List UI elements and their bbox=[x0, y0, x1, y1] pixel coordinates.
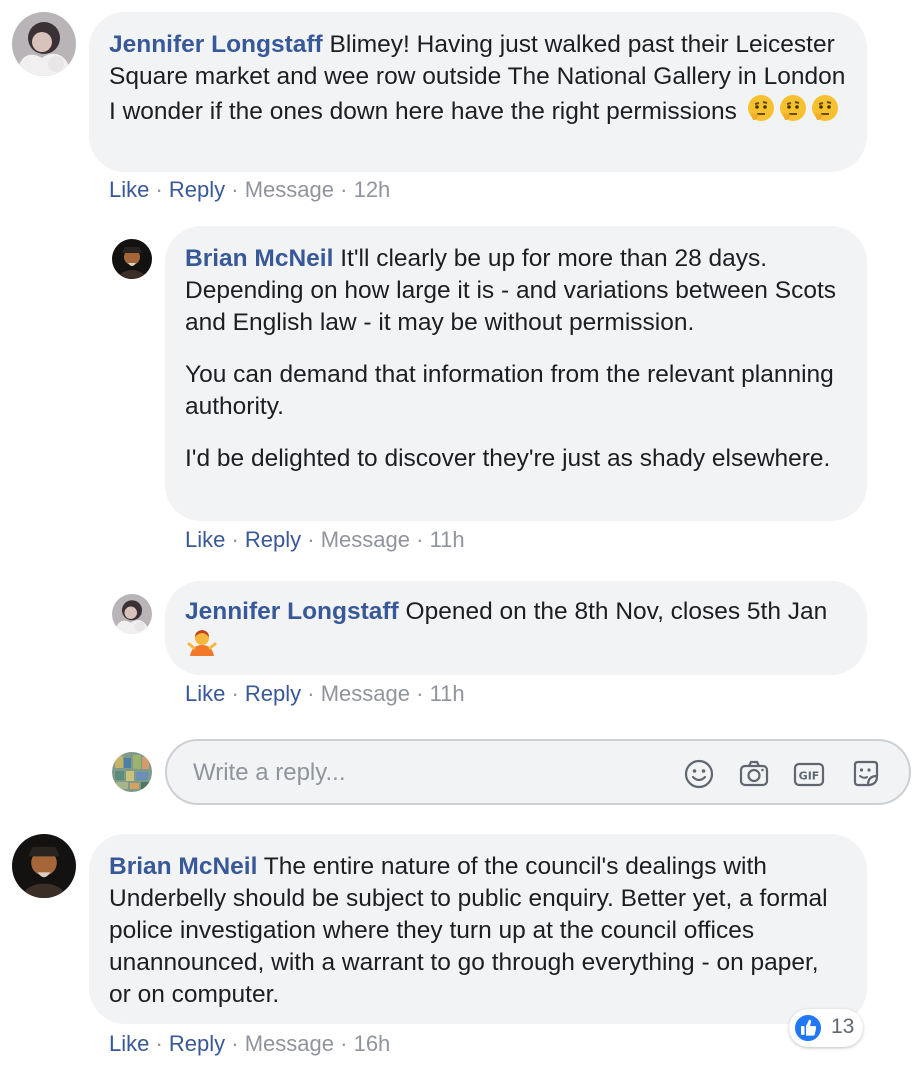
comment-bubble: Jennifer Longstaff Blimey! Having just w… bbox=[89, 12, 867, 172]
emoji-icon[interactable] bbox=[682, 757, 716, 791]
avatar-jennifer[interactable] bbox=[12, 12, 76, 76]
reaction-summary[interactable]: 13 bbox=[789, 1009, 863, 1047]
reply-link[interactable]: Reply bbox=[169, 1031, 225, 1056]
timestamp[interactable]: 11h bbox=[430, 681, 465, 706]
timestamp[interactable]: 11h bbox=[430, 527, 465, 552]
woman-shrugging-icon bbox=[187, 628, 217, 658]
reply-paragraph: I'd be delighted to discover they're jus… bbox=[185, 445, 831, 472]
reply-author[interactable]: Jennifer Longstaff bbox=[185, 598, 399, 625]
message-link[interactable]: Message bbox=[245, 177, 334, 202]
camera-icon[interactable] bbox=[737, 757, 771, 791]
reply-text: Opened on the 8th Nov, closes 5th Jan bbox=[405, 598, 828, 625]
current-user-avatar bbox=[112, 752, 152, 792]
like-link[interactable]: Like bbox=[185, 681, 225, 706]
comment-bubble: Brian McNeil The entire nature of the co… bbox=[89, 834, 867, 1024]
like-link[interactable]: Like bbox=[185, 527, 225, 552]
message-link[interactable]: Message bbox=[321, 681, 410, 706]
reply-actions: Like · Reply · Message · 11h bbox=[185, 527, 465, 552]
timestamp[interactable]: 16h bbox=[354, 1031, 391, 1056]
comment-author[interactable]: Brian McNeil bbox=[109, 853, 257, 880]
reply-input[interactable]: Write a reply... GIF bbox=[165, 739, 911, 805]
reply-author[interactable]: Brian McNeil bbox=[185, 245, 333, 272]
reply-link[interactable]: Reply bbox=[245, 681, 301, 706]
reply-input-placeholder: Write a reply... bbox=[193, 759, 346, 786]
thinking-face-icon bbox=[778, 93, 808, 123]
reply-actions: Like · Reply · Message · 11h bbox=[185, 681, 465, 706]
thinking-face-icon bbox=[810, 93, 840, 123]
reply-bubble: Jennifer Longstaff Opened on the 8th Nov… bbox=[165, 581, 867, 675]
comment-author[interactable]: Jennifer Longstaff bbox=[109, 31, 323, 58]
like-link[interactable]: Like bbox=[109, 1031, 149, 1056]
message-link[interactable]: Message bbox=[321, 527, 410, 552]
message-link[interactable]: Message bbox=[245, 1031, 334, 1056]
reaction-count: 13 bbox=[831, 1015, 855, 1038]
sticker-icon[interactable] bbox=[849, 757, 883, 791]
reply-bubble: Brian McNeil It'll clearly be up for mor… bbox=[165, 226, 867, 521]
reply-link[interactable]: Reply bbox=[245, 527, 301, 552]
comment-actions: Like · Reply · Message · 12h bbox=[109, 177, 391, 202]
gif-icon[interactable]: GIF bbox=[792, 757, 826, 791]
reply-paragraph: You can demand that information from the… bbox=[185, 361, 834, 420]
reply-link[interactable]: Reply bbox=[169, 177, 225, 202]
avatar-jennifer[interactable] bbox=[112, 594, 152, 634]
avatar-brian[interactable] bbox=[112, 239, 152, 279]
timestamp[interactable]: 12h bbox=[354, 177, 391, 202]
comment-actions: Like · Reply · Message · 16h bbox=[109, 1031, 391, 1056]
avatar-brian[interactable] bbox=[12, 834, 76, 898]
thinking-face-icon bbox=[746, 93, 776, 123]
like-link[interactable]: Like bbox=[109, 177, 149, 202]
like-icon bbox=[793, 1013, 823, 1043]
svg-text:GIF: GIF bbox=[799, 770, 820, 783]
